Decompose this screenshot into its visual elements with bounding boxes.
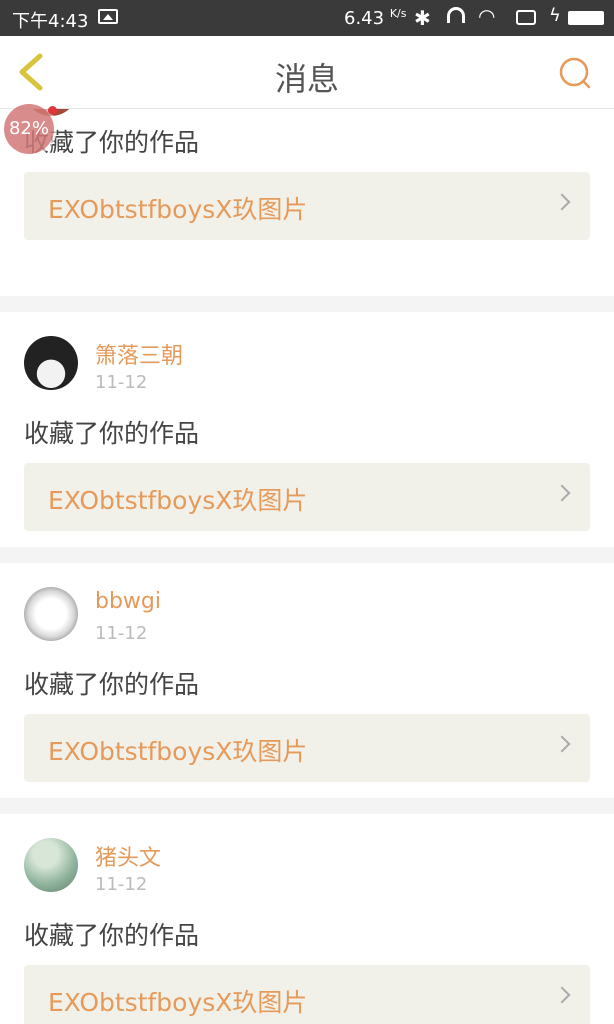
message-action: 收藏了你的作品 [24,921,200,950]
work-link[interactable]: EXObtstfboysX玖图片 [24,965,590,1024]
work-link[interactable]: EXObtstfboysX玖图片 [24,714,590,782]
message-username[interactable]: bbwgi [95,589,161,614]
message-card: 11-12 收藏了你的作品 EXObtstfboysX玖图片 [0,108,614,296]
work-title: EXObtstfboysX玖图片 [48,988,308,1017]
status-time: 下午4:43 [12,11,89,32]
headphones-icon [447,7,465,23]
message-card: 猪头文 11-12 收藏了你的作品 EXObtstfboysX玖图片 [0,814,614,1024]
message-list[interactable]: 11-12 收藏了你的作品 EXObtstfboysX玖图片 箫落三朝 11-1… [0,108,614,1024]
bluetooth-icon: ✱ [414,6,431,30]
message-date: 11-12 [95,372,148,393]
work-title: EXObtstfboysX玖图片 [48,486,308,515]
chevron-right-icon [553,193,571,211]
unread-dot [48,106,57,115]
message-action: 收藏了你的作品 [24,670,200,699]
chevron-right-icon [553,735,571,753]
network-speed: 6.43 K/s [344,7,407,29]
avatar[interactable] [24,336,78,390]
app-header: 消息 [0,36,614,109]
screen-rotation-icon [516,10,536,25]
message-action: 收藏了你的作品 [24,419,200,448]
card-divider [0,547,614,563]
image-notification-icon [98,9,118,24]
work-link[interactable]: EXObtstfboysX玖图片 [24,463,590,531]
work-title: EXObtstfboysX玖图片 [48,737,308,766]
charging-icon: ϟ [549,5,561,26]
wifi-icon: ◠ [478,4,496,28]
avatar[interactable] [24,587,78,641]
work-link[interactable]: EXObtstfboysX玖图片 [24,172,590,240]
page-title: 消息 [274,60,339,98]
card-divider [0,798,614,814]
message-date: 11-12 [95,874,148,895]
network-speed-unit: K/s [389,7,407,20]
message-card: bbwgi 11-12 收藏了你的作品 EXObtstfboysX玖图片 [0,563,614,798]
chevron-right-icon [553,986,571,1004]
message-card: 箫落三朝 11-12 收藏了你的作品 EXObtstfboysX玖图片 [0,312,614,547]
status-bar: 下午4:43 6.43 K/s ✱ ◠ ϟ [0,0,614,36]
battery-icon [568,11,604,25]
avatar[interactable] [24,838,78,892]
message-date: 11-12 [95,623,148,644]
message-username[interactable]: 箫落三朝 [95,338,183,370]
floating-memory-badge[interactable]: 82% [4,104,54,154]
search-icon[interactable] [558,56,592,90]
card-divider [0,296,614,312]
work-title: EXObtstfboysX玖图片 [48,195,308,224]
message-username[interactable]: 猪头文 [95,840,161,872]
chevron-right-icon [553,484,571,502]
